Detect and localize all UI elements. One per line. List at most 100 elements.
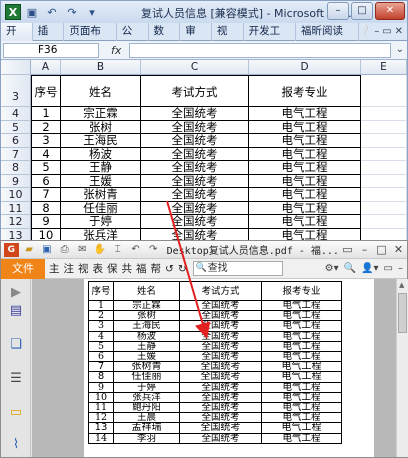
user-icon[interactable]: 👤▾ xyxy=(361,263,378,274)
help-icon[interactable]: ❔ xyxy=(359,26,371,37)
folder-icon[interactable]: ▰ xyxy=(22,243,37,257)
scroll-thumb[interactable] xyxy=(398,293,407,333)
formula-input[interactable] xyxy=(129,43,391,58)
table-cell[interactable]: 全国统考 xyxy=(141,215,249,229)
pdf-close-button[interactable]: ✕ xyxy=(390,243,407,256)
tab-formulas[interactable]: 公式 xyxy=(117,22,149,54)
file-tab[interactable]: 文件 xyxy=(1,258,45,279)
tab-insert[interactable]: 插入 xyxy=(33,22,65,54)
table-cell[interactable]: 张树 xyxy=(61,120,141,134)
expand-formula-icon[interactable]: ⌄ xyxy=(396,44,404,55)
menu-comment[interactable]: 注 xyxy=(64,261,75,276)
comment-layers-icon[interactable]: ☰ xyxy=(8,371,24,387)
table-cell[interactable]: 5 xyxy=(31,161,61,175)
empty-cell[interactable] xyxy=(361,75,407,107)
empty-cell[interactable] xyxy=(361,107,407,121)
undo-icon[interactable]: ↶ xyxy=(43,3,61,21)
scroll-up-icon[interactable]: ▲ xyxy=(399,281,404,289)
table-cell[interactable]: 于婷 xyxy=(61,215,141,229)
table-cell[interactable]: 电气工程 xyxy=(249,134,361,148)
ribbon-close-icon[interactable]: ✕ xyxy=(395,26,403,37)
row-header[interactable]: 6 xyxy=(1,134,31,148)
search-small-icon[interactable]: 🔍 xyxy=(344,263,356,274)
table-cell[interactable]: 2 xyxy=(31,120,61,134)
hand-icon[interactable]: ✋ xyxy=(93,243,108,257)
tab-data[interactable]: 数据 xyxy=(149,22,181,54)
ribbon-minimize-icon[interactable]: – xyxy=(374,26,379,37)
tab-home[interactable]: 开始 xyxy=(1,22,33,54)
table-cell[interactable]: 全国统考 xyxy=(141,120,249,134)
rotate-icon[interactable]: ↺ xyxy=(165,263,174,275)
table-cell[interactable]: 9 xyxy=(31,215,61,229)
name-box[interactable]: F36 xyxy=(3,42,99,58)
table-cell[interactable]: 1 xyxy=(31,107,61,121)
quick-access-dropdown-icon[interactable]: ▾ xyxy=(83,3,101,21)
row-header[interactable]: 3 xyxy=(1,75,31,107)
row-header[interactable]: 8 xyxy=(1,161,31,175)
table-cell[interactable]: 电气工程 xyxy=(249,161,361,175)
table-cell[interactable]: 任佳丽 xyxy=(61,201,141,215)
pdf-maximize-button[interactable]: □ xyxy=(373,243,390,256)
table-cell[interactable]: 全国统考 xyxy=(141,201,249,215)
table-cell[interactable]: 全国统考 xyxy=(141,161,249,175)
redo-icon[interactable]: ↷ xyxy=(63,3,81,21)
table-cell[interactable]: 宗正霖 xyxy=(61,107,141,121)
tab-foxit-reader[interactable]: 福昕阅读器 xyxy=(296,22,359,54)
table-cell[interactable]: 全国统考 xyxy=(141,188,249,202)
pdf-menu-button[interactable]: ▭ xyxy=(339,243,356,256)
settings-icon[interactable]: ⚙▾ xyxy=(325,263,339,274)
undo-icon[interactable]: ↶ xyxy=(128,243,143,257)
table-cell[interactable]: 电气工程 xyxy=(249,120,361,134)
select-icon[interactable]: ⌶ xyxy=(110,243,125,257)
table-cell[interactable]: 王静 xyxy=(61,161,141,175)
row-header[interactable]: 11 xyxy=(1,201,31,215)
row-header[interactable]: 4 xyxy=(1,107,31,121)
menu-share[interactable]: 共 xyxy=(122,261,133,276)
tab-review[interactable]: 审阅 xyxy=(180,22,212,54)
menu-foxit[interactable]: 福 xyxy=(136,261,147,276)
column-header-a[interactable]: A xyxy=(31,60,61,75)
minimize-button[interactable]: – xyxy=(327,2,349,20)
tab-developer[interactable]: 开发工具 xyxy=(244,22,296,54)
pages-icon[interactable]: ▤ xyxy=(8,303,24,319)
rotate-right-icon[interactable]: ↻ xyxy=(178,263,187,275)
empty-cell[interactable] xyxy=(361,134,407,148)
row-header[interactable]: 12 xyxy=(1,215,31,229)
tab-view[interactable]: 视图 xyxy=(212,22,244,54)
foxit-logo-icon[interactable]: G xyxy=(4,242,19,257)
find-input[interactable]: 🔍 查找 xyxy=(192,261,283,276)
header-cell[interactable]: 报考专业 xyxy=(249,75,361,107)
minimize-view-icon[interactable]: – xyxy=(398,263,403,274)
table-cell[interactable]: 全国统考 xyxy=(141,107,249,121)
header-cell[interactable]: 考试方式 xyxy=(141,75,249,107)
menu-home[interactable]: 主 xyxy=(49,261,60,276)
row-header[interactable]: 10 xyxy=(1,188,31,202)
ribbon-restore-icon[interactable]: ▭ xyxy=(382,26,391,37)
column-header-e[interactable]: E xyxy=(361,60,407,75)
table-cell[interactable]: 电气工程 xyxy=(249,215,361,229)
column-header-c[interactable]: C xyxy=(141,60,249,75)
header-cell[interactable]: 姓名 xyxy=(61,75,141,107)
layers-icon[interactable]: ❏ xyxy=(8,337,24,353)
pdf-minimize-button[interactable]: – xyxy=(356,243,373,256)
tab-page-layout[interactable]: 页面布局 xyxy=(64,22,117,54)
table-cell[interactable]: 王媛 xyxy=(61,174,141,188)
close-button[interactable]: ✕ xyxy=(375,2,405,20)
empty-cell[interactable] xyxy=(361,120,407,134)
table-cell[interactable]: 4 xyxy=(31,147,61,161)
pdf-document-area[interactable]: 序号 姓名 考试方式 报考专业 1 宗正霖 全国统考 电气工程 2 张树 全国统考 电气工程 3 王海民全… xyxy=(32,279,396,457)
column-header-b[interactable]: B xyxy=(61,60,141,75)
table-cell[interactable]: 全国统考 xyxy=(141,174,249,188)
spreadsheet-grid[interactable]: A B C D E 3 序号 姓名 考试方式 报考专业 4 1 宗正霖 全国统考 电气工程 5 2 张树 全国统考电… xyxy=(1,60,407,241)
empty-cell[interactable] xyxy=(361,147,407,161)
table-cell[interactable]: 7 xyxy=(31,188,61,202)
column-header-d[interactable]: D xyxy=(249,60,361,75)
email-icon[interactable]: ✉ xyxy=(75,243,90,257)
table-cell[interactable]: 杨波 xyxy=(61,147,141,161)
restore-view-icon[interactable]: ▭ xyxy=(384,263,393,274)
redo-icon[interactable]: ↷ xyxy=(146,243,161,257)
empty-cell[interactable] xyxy=(361,215,407,229)
row-header[interactable]: 9 xyxy=(1,174,31,188)
restore-button[interactable]: □ xyxy=(351,2,373,20)
table-cell[interactable]: 电气工程 xyxy=(249,147,361,161)
